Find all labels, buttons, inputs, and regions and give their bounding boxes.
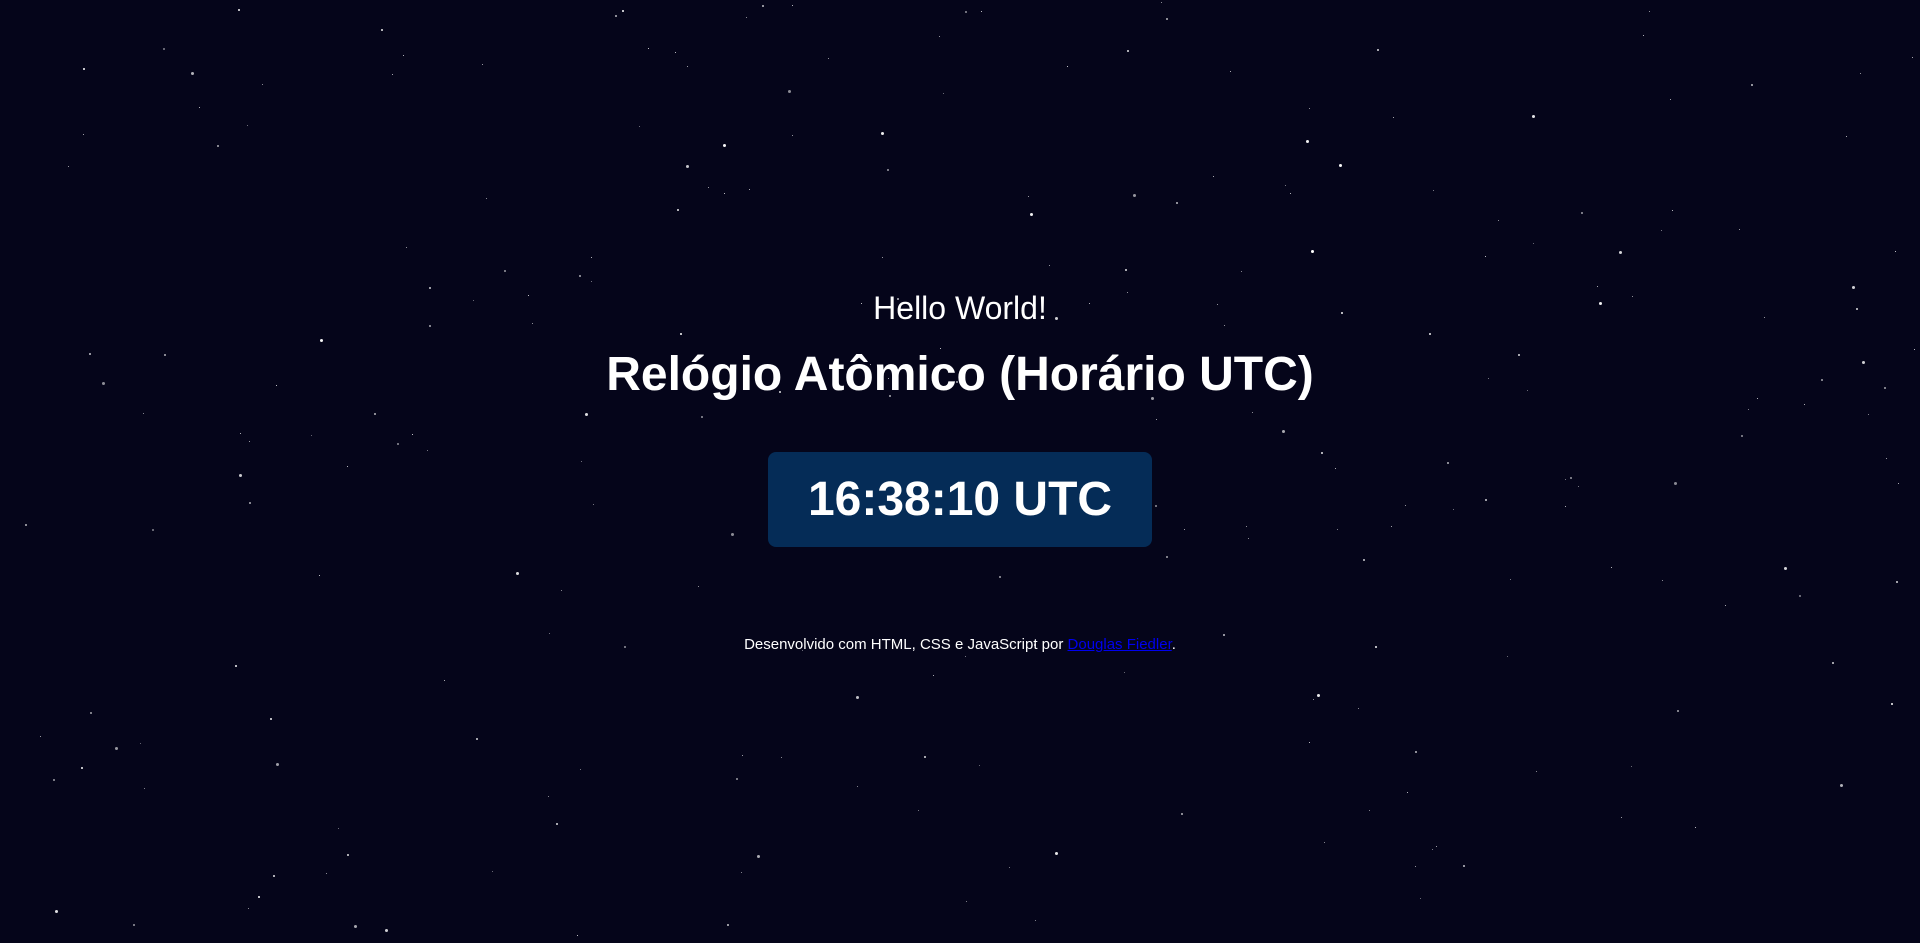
page-title: Relógio Atômico (Horário UTC) — [606, 348, 1314, 401]
utc-clock-display: 16:38:10 UTC — [768, 452, 1152, 547]
footer-credit: Desenvolvido com HTML, CSS e JavaScript … — [0, 635, 1920, 655]
main-content: Hello World! Relógio Atômico (Horário UT… — [0, 0, 1920, 943]
greeting-heading: Hello World! — [873, 290, 1047, 326]
author-link[interactable]: Douglas Fiedler — [1068, 636, 1172, 653]
footer-suffix: . — [1171, 636, 1176, 653]
clock-time: 16:38:10 UTC — [807, 473, 1113, 526]
footer-prefix: Desenvolvido com HTML, CSS e JavaScript … — [744, 636, 1068, 653]
